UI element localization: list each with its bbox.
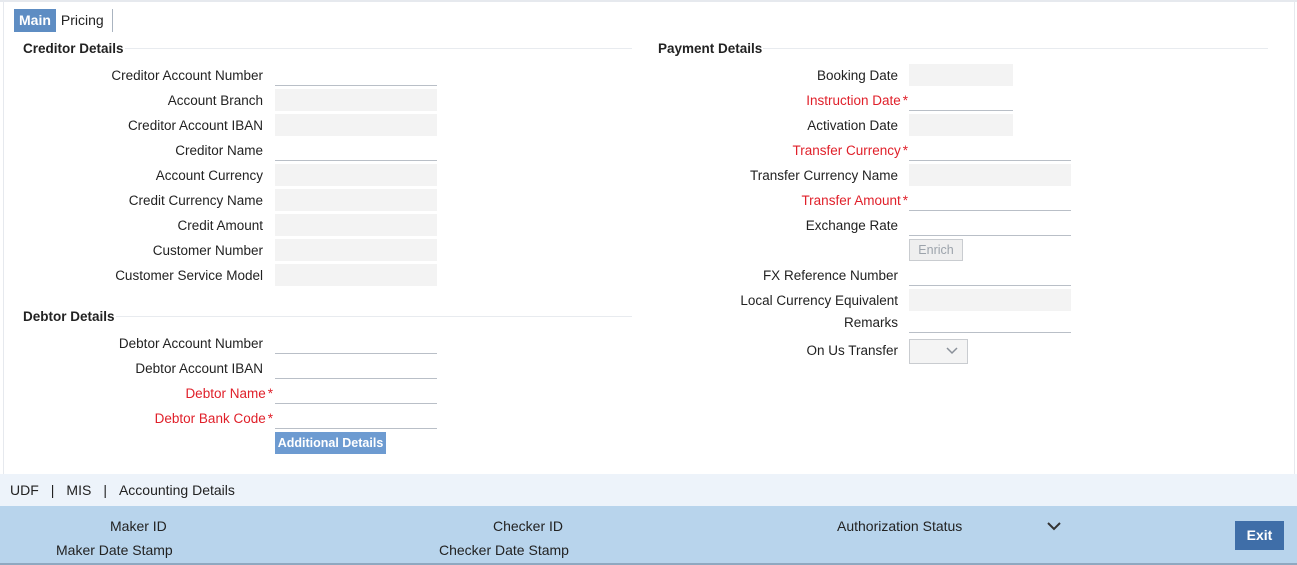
instruction-date-label: Instruction Date * (806, 93, 908, 108)
creditor-account-iban-field (275, 114, 437, 136)
required-marker: * (902, 143, 908, 158)
checker-date-stamp-label: Checker Date Stamp (439, 542, 569, 558)
debtor-account-number-label: Debtor Account Number (118, 336, 263, 351)
debtor-name-input[interactable] (275, 382, 437, 404)
footer-link-bar: UDF | MIS | Accounting Details (0, 474, 1297, 506)
enrich-button[interactable]: Enrich (909, 239, 963, 261)
exit-button[interactable]: Exit (1235, 521, 1284, 550)
customer-service-model-label: Customer Service Model (115, 268, 263, 283)
debtor-name-label: Debtor Name * (185, 386, 273, 401)
local-currency-equivalent-label: Local Currency Equivalent (740, 293, 898, 308)
chevron-down-icon (945, 345, 959, 360)
customer-service-model-field (275, 264, 437, 286)
required-marker: * (902, 193, 908, 208)
credit-currency-name-label: Credit Currency Name (128, 193, 263, 208)
activation-date-field (909, 114, 1013, 136)
account-currency-label: Account Currency (155, 168, 263, 183)
creditor-section-rule (125, 48, 632, 49)
exchange-rate-input[interactable] (909, 214, 1071, 236)
account-branch-field (275, 89, 437, 111)
debtor-details-title: Debtor Details (23, 309, 115, 324)
payment-details-title: Payment Details (658, 41, 763, 56)
creditor-account-number-input[interactable] (275, 64, 437, 86)
top-border (0, 0, 1297, 2)
transfer-currency-name-label: Transfer Currency Name (749, 168, 898, 183)
link-separator: | (50, 482, 55, 498)
credit-currency-name-field (275, 189, 437, 211)
account-branch-label: Account Branch (167, 93, 263, 108)
additional-details-button[interactable]: Additional Details (275, 432, 386, 454)
transfer-amount-input[interactable] (909, 189, 1071, 211)
left-border (3, 2, 4, 474)
creditor-account-number-label: Creditor Account Number (111, 68, 263, 83)
mis-link[interactable]: MIS (66, 482, 91, 498)
maker-id-label: Maker ID (110, 518, 167, 534)
creditor-account-iban-label: Creditor Account IBAN (127, 118, 263, 133)
maker-date-stamp-label: Maker Date Stamp (56, 542, 173, 558)
credit-amount-field (275, 214, 437, 236)
debtor-section-rule (116, 316, 632, 317)
required-marker: * (267, 411, 273, 426)
transfer-currency-name-field (909, 164, 1071, 186)
debtor-account-iban-input[interactable] (275, 357, 437, 379)
right-border (1294, 2, 1295, 474)
tab-divider (111, 9, 113, 32)
transfer-currency-input[interactable] (909, 139, 1071, 161)
on-us-transfer-label: On Us Transfer (806, 343, 898, 358)
tab-main[interactable]: Main (14, 9, 56, 32)
debtor-account-iban-label: Debtor Account IBAN (135, 361, 263, 376)
checker-id-label: Checker ID (493, 518, 564, 534)
tab-pricing[interactable]: Pricing (56, 9, 109, 32)
transfer-currency-label: Transfer Currency * (792, 143, 908, 158)
required-marker: * (267, 386, 273, 401)
activation-date-label: Activation Date (807, 118, 898, 133)
credit-amount-label: Credit Amount (177, 218, 263, 233)
accounting-details-link[interactable]: Accounting Details (119, 482, 235, 498)
customer-number-field (275, 239, 437, 261)
tab-bar: Main Pricing (14, 8, 113, 33)
debtor-account-number-input[interactable] (275, 332, 437, 354)
remarks-input[interactable] (909, 311, 1071, 333)
audit-bar: Maker ID Maker Date Stamp Checker ID Che… (0, 506, 1297, 563)
link-separator: | (103, 482, 107, 498)
payment-section-rule (763, 48, 1268, 49)
booking-date-field (909, 64, 1013, 86)
remarks-label: Remarks (843, 315, 898, 330)
authorization-status-label: Authorization Status (837, 518, 963, 534)
exchange-rate-label: Exchange Rate (805, 218, 898, 233)
udf-link[interactable]: UDF (10, 482, 39, 498)
instruction-date-input[interactable] (909, 89, 1013, 111)
debtor-bank-code-label: Debtor Bank Code * (154, 411, 273, 426)
chevron-down-icon[interactable] (1046, 520, 1062, 535)
transfer-amount-label: Transfer Amount * (801, 193, 908, 208)
local-currency-equivalent-field (909, 289, 1071, 311)
account-currency-field (275, 164, 437, 186)
fx-reference-number-input[interactable] (909, 264, 1071, 286)
creditor-name-label: Creditor Name (175, 143, 263, 158)
booking-date-label: Booking Date (816, 68, 898, 83)
customer-number-label: Customer Number (152, 243, 263, 258)
creditor-details-title: Creditor Details (23, 41, 124, 56)
fx-reference-number-label: FX Reference Number (762, 268, 898, 283)
required-marker: * (902, 93, 908, 108)
creditor-name-input[interactable] (275, 139, 437, 161)
on-us-transfer-select[interactable] (909, 339, 968, 364)
debtor-bank-code-input[interactable] (275, 407, 437, 429)
